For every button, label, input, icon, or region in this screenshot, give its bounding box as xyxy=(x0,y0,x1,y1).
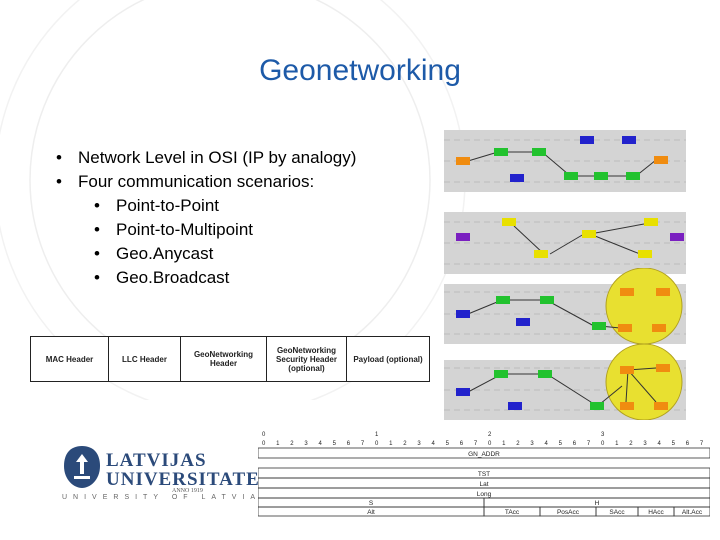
bit-label: 0 xyxy=(488,441,492,447)
mac-header-cell: MAC Header xyxy=(31,337,109,381)
bullet-item: • Network Level in OSI (IP by analogy) xyxy=(56,146,356,170)
scenario-point-to-multipoint xyxy=(444,212,686,274)
bit-label: 7 xyxy=(587,441,591,447)
bullet-item: • Geo.Anycast xyxy=(56,242,356,266)
bit-label: 2 xyxy=(516,441,520,447)
bullet-item: • Geo.Broadcast xyxy=(56,266,356,290)
bit-label: 0 xyxy=(601,441,605,447)
slide-title: Geonetworking xyxy=(259,54,461,87)
bit-label: 6 xyxy=(460,441,464,447)
bit-label: 0 xyxy=(375,441,379,447)
byte-label: 1 xyxy=(375,432,379,438)
geonetworking-header-cell: GeoNetworking Header xyxy=(181,337,267,381)
header-structure-diagram: MAC Header LLC Header GeoNetworking Head… xyxy=(30,336,430,382)
scenario-geo-anycast xyxy=(444,268,686,344)
bullet-item: • Four communication scenarios: xyxy=(56,170,356,194)
field-posacc: PosAcc xyxy=(557,509,580,516)
bullet-dot: • xyxy=(94,244,100,263)
field-tacc: TAcc xyxy=(505,509,520,516)
field-s: S xyxy=(369,500,374,507)
byte-label: 0 xyxy=(262,432,266,438)
field-long: Long xyxy=(477,491,492,498)
bullet-dot: • xyxy=(56,148,62,167)
field-gn-addr: GN_ADDR xyxy=(468,451,500,458)
bit-label: 5 xyxy=(672,441,676,447)
bit-label: 2 xyxy=(629,441,633,447)
bit-label: 1 xyxy=(276,441,280,447)
packet-format-diagram: 0 1 2 3 0 1 2 3 4 5 6 7 0 1 2 3 4 5 6 7 0 1 2 3 4 5 6 7 0 1 2 3 4 5 6 7 GN_… xyxy=(258,432,710,517)
bit-label: 5 xyxy=(446,441,450,447)
payload-cell: Payload (optional) xyxy=(353,354,423,364)
bit-label: 3 xyxy=(417,441,421,447)
field-hacc: HAcc xyxy=(648,509,664,516)
bit-label: 6 xyxy=(347,441,351,447)
scenario-point-to-point xyxy=(444,130,686,192)
bullet-text: Four communication scenarios: xyxy=(78,172,315,191)
security-header-cell: GeoNetworking Security Header (optional) xyxy=(267,337,347,381)
bit-label: 4 xyxy=(432,441,436,447)
bit-label: 5 xyxy=(559,441,563,447)
bit-label: 4 xyxy=(545,441,549,447)
bit-label: 7 xyxy=(474,441,478,447)
bit-label: 3 xyxy=(643,441,647,447)
bit-label: 2 xyxy=(290,441,294,447)
bullet-text: Point-to-Point xyxy=(116,196,219,215)
byte-label: 3 xyxy=(601,432,605,438)
bullet-text: Point-to-Multipoint xyxy=(116,220,254,239)
field-sacc: SAcc xyxy=(609,509,625,516)
bit-label: 3 xyxy=(304,441,308,447)
bit-label: 0 xyxy=(262,441,266,447)
bit-label: 6 xyxy=(686,441,690,447)
bit-label: 1 xyxy=(502,441,506,447)
bit-label: 4 xyxy=(658,441,662,447)
bit-label: 3 xyxy=(530,441,534,447)
llc-header-cell: LLC Header xyxy=(109,337,181,381)
bullet-text: Geo.Broadcast xyxy=(116,268,230,287)
byte-label: 2 xyxy=(488,432,492,438)
bit-label: 1 xyxy=(389,441,393,447)
field-altacc: Alt.Acc xyxy=(682,509,703,516)
bit-label: 1 xyxy=(615,441,619,447)
bullet-text: Geo.Anycast xyxy=(116,244,214,263)
field-alt: Alt xyxy=(367,509,375,516)
bullet-item: • Point-to-Multipoint xyxy=(56,218,356,242)
logo-english-name: UNIVERSITY OF LATVIA xyxy=(62,494,262,501)
bullet-text: Network Level in OSI (IP by analogy) xyxy=(78,148,357,167)
bit-label: 6 xyxy=(573,441,577,447)
bullet-dot: • xyxy=(56,172,62,191)
field-lat: Lat xyxy=(479,481,488,488)
bullet-dot: • xyxy=(94,220,100,239)
field-h: H xyxy=(595,500,600,507)
university-seal-icon xyxy=(64,446,100,488)
bullet-dot: • xyxy=(94,196,100,215)
bit-label: 5 xyxy=(333,441,337,447)
field-tst: TST xyxy=(478,471,490,478)
bit-label: 7 xyxy=(361,441,365,447)
bullet-dot: • xyxy=(94,268,100,287)
bullet-list: • Network Level in OSI (IP by analogy) • Fo… xyxy=(56,146,356,290)
bit-label: 4 xyxy=(319,441,323,447)
bit-label: 2 xyxy=(403,441,407,447)
scenario-geo-broadcast xyxy=(444,344,686,420)
bullet-item: • Point-to-Point xyxy=(56,194,356,218)
bit-label: 7 xyxy=(700,441,704,447)
